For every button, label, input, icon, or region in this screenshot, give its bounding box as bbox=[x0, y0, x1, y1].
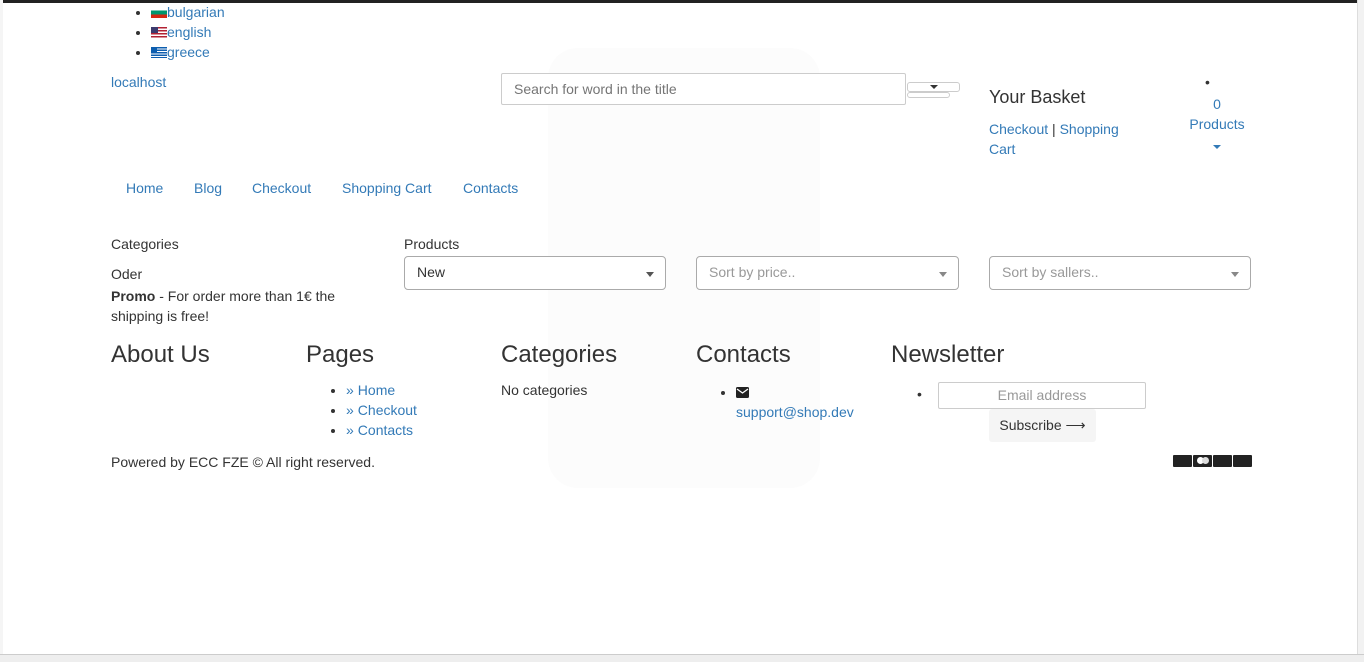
promo-line2: shipping is free! bbox=[111, 308, 210, 324]
window-left-border bbox=[0, 0, 3, 662]
usa-flag-icon bbox=[151, 27, 167, 38]
visa-icon bbox=[1173, 455, 1192, 467]
basket-cart-line2: Cart bbox=[989, 141, 1016, 157]
search-submit-button[interactable] bbox=[907, 92, 950, 98]
cart-dropdown-toggle[interactable]: 0 Products bbox=[1189, 94, 1245, 154]
raquo-glyph: » bbox=[346, 382, 354, 398]
subscribe-label: Subscribe bbox=[999, 417, 1062, 433]
cart-count: 0 bbox=[1213, 96, 1221, 112]
footer-page-link-home[interactable]: Home bbox=[358, 382, 395, 398]
language-item-greece[interactable]: greece bbox=[151, 44, 225, 64]
basket-checkout-link[interactable]: Checkout bbox=[989, 121, 1048, 137]
footer-no-categories: No categories bbox=[501, 382, 588, 398]
raquo-glyph: » bbox=[346, 402, 354, 418]
basket-links: Checkout | Shopping Cart bbox=[989, 119, 1139, 159]
footer-about-title: About Us bbox=[111, 341, 210, 368]
sort-price-placeholder: Sort by price.. bbox=[709, 264, 796, 280]
nav-blog[interactable]: Blog bbox=[194, 180, 222, 196]
search-field[interactable] bbox=[501, 73, 906, 105]
newsletter-bullet: • bbox=[917, 386, 922, 402]
search-input[interactable] bbox=[502, 74, 905, 104]
language-link-english[interactable]: english bbox=[167, 24, 211, 40]
contact-email-link[interactable]: support@shop.dev bbox=[736, 404, 854, 420]
promo-bold: Promo bbox=[111, 288, 156, 304]
basket-cart-line1: Shopping bbox=[1059, 121, 1119, 137]
basket-title: Your Basket bbox=[989, 87, 1086, 107]
nav-shopping-cart[interactable]: Shopping Cart bbox=[342, 180, 432, 196]
cart-bullet: • bbox=[1205, 74, 1210, 90]
arrow-right-icon: ⟶ bbox=[1065, 417, 1086, 433]
sort-sellers-select[interactable]: Sort by sallers.. bbox=[989, 256, 1251, 290]
products-filter-label: Products bbox=[404, 236, 460, 252]
footer-pages-title: Pages bbox=[306, 341, 375, 368]
nav-home[interactable]: Home bbox=[126, 180, 163, 196]
payment-icons bbox=[1173, 455, 1252, 467]
search-dropdown-button[interactable] bbox=[907, 82, 960, 92]
window-right-border bbox=[1357, 0, 1364, 662]
caret-down-icon bbox=[1213, 145, 1221, 149]
newsletter-email-input[interactable]: Email address bbox=[938, 382, 1146, 409]
site-logo-link[interactable]: localhost bbox=[111, 74, 166, 90]
products-select-value: New bbox=[417, 264, 446, 280]
promo-text: Promo - For order more than 1€ the shippi… bbox=[111, 286, 361, 326]
products-select[interactable]: New bbox=[404, 256, 666, 290]
bulgaria-flag-icon bbox=[151, 7, 167, 18]
footer-page-link-checkout[interactable]: Checkout bbox=[358, 402, 417, 418]
sidebar-categories-heading: Categories bbox=[111, 236, 179, 252]
sort-sellers-placeholder: Sort by sallers.. bbox=[1002, 264, 1099, 280]
footer-page-item[interactable]: »Checkout bbox=[346, 402, 417, 422]
nav-checkout[interactable]: Checkout bbox=[252, 180, 311, 196]
envelope-icon bbox=[736, 387, 749, 398]
promo-line1: - For order more than 1€ the bbox=[155, 288, 336, 304]
language-link-greece[interactable]: greece bbox=[167, 44, 210, 60]
footer-pages-list: »Home »Checkout »Contacts bbox=[326, 382, 417, 442]
amex-icon bbox=[1213, 455, 1232, 467]
chevron-down-icon bbox=[646, 272, 654, 277]
sidebar-oder-label: Oder bbox=[111, 266, 143, 282]
nav-contacts[interactable]: Contacts bbox=[463, 180, 518, 196]
window-bottom-border bbox=[0, 654, 1364, 662]
chevron-down-icon bbox=[939, 272, 947, 277]
sort-price-select[interactable]: Sort by price.. bbox=[696, 256, 959, 290]
footer-contact-list: support@shop.dev bbox=[716, 382, 854, 422]
contact-email-item: support@shop.dev bbox=[736, 382, 854, 422]
mastercard-icon bbox=[1193, 455, 1212, 467]
language-item-bulgarian[interactable]: bulgarian bbox=[151, 4, 225, 24]
subscribe-button[interactable]: Subscribe ⟶ bbox=[989, 409, 1096, 442]
footer-page-link-contacts[interactable]: Contacts bbox=[358, 422, 413, 438]
footer-newsletter-title: Newsletter bbox=[891, 341, 1005, 368]
cart-products-label: Products bbox=[1189, 116, 1245, 132]
window-top-border bbox=[0, 0, 1364, 3]
caret-down-icon bbox=[930, 85, 938, 89]
footer-page-item[interactable]: »Contacts bbox=[346, 422, 417, 442]
footer-categories-title: Categories bbox=[501, 341, 618, 368]
language-item-english[interactable]: english bbox=[151, 24, 225, 44]
language-list: bulgarian english greece bbox=[132, 4, 225, 64]
copyright-text: Powered by ECC FZE © All right reserved. bbox=[111, 454, 375, 470]
language-link-bulgarian[interactable]: bulgarian bbox=[167, 4, 225, 20]
paypal-icon bbox=[1233, 455, 1252, 467]
greece-flag-icon bbox=[151, 47, 167, 58]
raquo-glyph: » bbox=[346, 422, 354, 438]
footer-contacts-title: Contacts bbox=[696, 341, 791, 368]
footer-page-item[interactable]: »Home bbox=[346, 382, 417, 402]
chevron-down-icon bbox=[1231, 272, 1239, 277]
basket-separator: | bbox=[1052, 121, 1056, 137]
